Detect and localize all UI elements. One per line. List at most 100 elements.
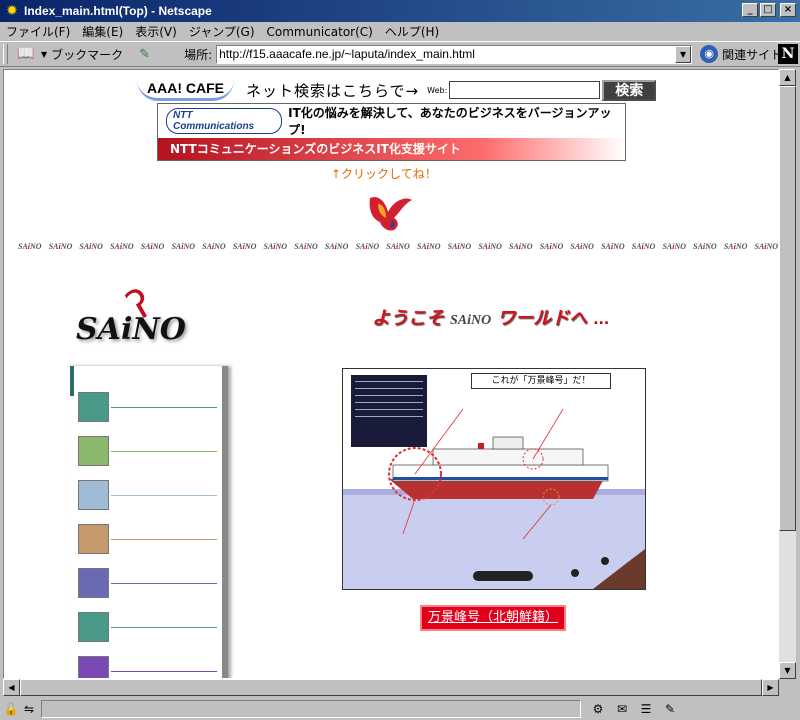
scroll-up-button[interactable]: ▲ (779, 69, 796, 86)
globe-icon: ◉ (700, 45, 719, 63)
nav-item[interactable] (68, 392, 220, 426)
banner-subline: NTTコミュニケーションズのビジネスIT化支援サイト (158, 138, 625, 160)
netscape-app-icon: ✹ (6, 3, 18, 19)
scroll-right-button[interactable]: ▶ (762, 679, 779, 696)
saino-mini-logo: SAiNO (294, 242, 318, 251)
saino-mini-logo: SAiNO (631, 242, 656, 251)
page-content: AAA! CAFE ネット検索はこちらで→ Web: 検索 NTT Commun… (3, 69, 779, 679)
nav-item-line (111, 627, 217, 628)
toolbar-grip[interactable] (3, 44, 8, 64)
netscape-logo[interactable]: N (778, 44, 798, 64)
composer-icon[interactable]: ✎ (661, 701, 679, 717)
menu-go[interactable]: ジャンプ(G) (189, 23, 255, 40)
status-bar: 🔓 ⇋ ⚙ ✉ ☰ ✎ (0, 698, 800, 720)
ntt-logo: NTT Communications (166, 108, 283, 134)
nav-item[interactable] (68, 612, 220, 646)
ship-diagram[interactable]: これが「万景峰号」だ！ (342, 368, 646, 590)
phoenix-bird-icon (369, 197, 412, 231)
menu-help[interactable]: ヘルプ(H) (385, 23, 439, 40)
nav-item[interactable] (68, 568, 220, 602)
web-label: Web: (427, 85, 448, 95)
chevron-down-icon: ▼ (41, 49, 48, 59)
saino-mini-logo: SAiNO (18, 242, 42, 251)
scroll-left-button[interactable]: ◀ (3, 679, 20, 696)
navigation-sidebar (68, 366, 228, 678)
horizontal-scrollbar[interactable]: ◀ ▶ (3, 679, 779, 696)
nav-item[interactable] (68, 480, 220, 514)
saino-main-logo[interactable]: ʔ SAiNO (76, 280, 206, 354)
saino-mini-logo: SAiNO (79, 242, 103, 251)
bookmarks-button[interactable]: 📖 ▼ ブックマーク (11, 46, 129, 63)
welcome-part2: ワールドへ (497, 308, 588, 329)
nav-item-line (111, 583, 217, 584)
url-input[interactable] (217, 47, 674, 61)
saino-mini-logo: SAiNO (232, 242, 257, 251)
ntt-ad-banner[interactable]: NTT Communications IT化の悩みを解決して、あなたのビジネスを… (157, 103, 626, 161)
nav-item-swatch (78, 656, 109, 678)
scroll-corner (779, 679, 796, 696)
minimize-button[interactable]: _ (742, 3, 758, 17)
menu-view[interactable]: 表示(V) (135, 23, 177, 40)
navigator-icon[interactable]: ⚙ (589, 701, 607, 717)
scroll-down-button[interactable]: ▼ (779, 662, 796, 679)
search-input[interactable] (449, 81, 601, 99)
newsgroup-icon[interactable]: ☰ (637, 701, 655, 717)
saino-mini-logo: SAiNO (140, 242, 165, 251)
nav-item[interactable] (68, 524, 220, 558)
page-proxy-icon[interactable]: ✎ (139, 47, 150, 62)
maximize-button[interactable]: □ (760, 3, 776, 17)
window-controls: _ □ × (742, 3, 796, 17)
url-history-dropdown[interactable]: ▼ (675, 45, 692, 63)
window-title: Index_main.html(Top) - Netscape (24, 4, 212, 18)
saino-mini-logo: SAiNO (570, 242, 594, 251)
menu-edit[interactable]: 編集(E) (82, 23, 123, 40)
saino-mini-logo: SAiNO (48, 242, 73, 251)
nav-item[interactable] (68, 436, 220, 470)
related-sites-button[interactable]: ◉ 関連サイト (700, 45, 782, 63)
nav-item[interactable] (68, 656, 220, 678)
welcome-brand: SAiNO (450, 313, 492, 328)
saino-mini-logo: SAiNO (723, 242, 748, 251)
saino-mini-logo: SAiNO (110, 242, 134, 251)
component-bar: ⚙ ✉ ☰ ✎ (589, 701, 679, 717)
nav-item-swatch (78, 436, 109, 466)
saino-mini-logo: SAiNO (662, 242, 687, 251)
status-message (41, 700, 581, 718)
menu-file[interactable]: ファイル(F) (6, 23, 70, 40)
vertical-scroll-thumb[interactable] (779, 86, 796, 531)
mail-icon[interactable]: ✉ (613, 701, 631, 717)
banner-tagline: IT化の悩みを解決して、あなたのビジネスをバージョンアップ! (288, 106, 612, 137)
search-prompt: ネット検索はこちらで→ (246, 81, 420, 100)
saino-mini-logo: SAiNO (386, 242, 410, 251)
nav-item-line (111, 539, 217, 540)
click-note: ↑クリックしてね！ (331, 167, 437, 181)
nav-item-swatch (78, 568, 109, 598)
saino-mini-logo: SAiNO (355, 242, 380, 251)
nav-item-swatch (78, 392, 109, 422)
vertical-scrollbar[interactable]: ▲ ▼ (779, 69, 796, 679)
nav-item-swatch (78, 524, 109, 554)
nav-item-line (111, 407, 217, 408)
security-lock-icon[interactable]: 🔓 (2, 701, 20, 717)
menu-bar: ファイル(F) 編集(E) 表示(V) ジャンプ(G) Communicator… (0, 22, 800, 41)
saino-logo-strip: SAiNO SAiNO SAiNO SAiNO SAiNO SAiNO SAiNO SAiNO… (18, 242, 778, 256)
connection-status-icon: ⇋ (23, 702, 35, 716)
saino-mini-logo: SAiNO (601, 242, 625, 251)
saino-mini-logo: SAiNO (693, 242, 717, 251)
horizontal-scroll-thumb[interactable] (20, 679, 762, 696)
welcome-heading: ようこそ SAiNO ワールドへ ... (372, 304, 609, 330)
menu-communicator[interactable]: Communicator(C) (267, 25, 373, 39)
nav-item-swatch (78, 480, 109, 510)
close-button[interactable]: × (780, 3, 796, 17)
saino-mini-logo: SAiNO (171, 242, 196, 251)
ship-caption-link[interactable]: 万景峰号（北朝鮮籍） (420, 605, 566, 631)
saino-mini-logo: SAiNO (447, 242, 472, 251)
saino-mini-logo: SAiNO (263, 242, 288, 251)
saino-mini-logo: SAiNO (478, 242, 502, 251)
nav-item-swatch (78, 612, 109, 642)
saino-mini-logo: SAiNO (202, 242, 226, 251)
saino-mini-logo: SAiNO (416, 242, 441, 251)
aaa-cafe-logo[interactable]: AAA! CAFE (137, 80, 234, 101)
nav-item-line (111, 495, 217, 496)
search-button[interactable]: 検索 (602, 79, 657, 101)
